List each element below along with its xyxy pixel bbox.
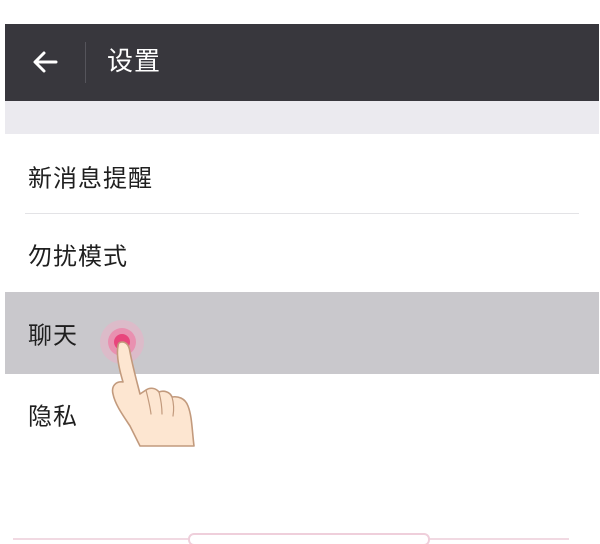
menu-item-label: 勿扰模式 [28, 242, 128, 271]
title-bar: 设置 [5, 24, 599, 101]
menu-item-label: 隐私 [28, 402, 78, 431]
menu-item-new-message-alerts[interactable]: 新消息提醒 [5, 136, 599, 216]
title-divider [85, 42, 86, 83]
settings-screen: 设置 新消息提醒 勿扰模式 聊天 隐私 [5, 24, 599, 544]
bottom-pill [188, 533, 430, 544]
menu-item-label: 新消息提醒 [28, 164, 153, 193]
back-button[interactable] [5, 24, 85, 101]
menu-item-label: 聊天 [28, 321, 78, 350]
page-title: 设置 [107, 47, 162, 77]
menu-item-privacy[interactable]: 隐私 [5, 374, 599, 454]
section-gap [5, 101, 599, 134]
bottom-edge-bar [13, 533, 569, 544]
menu-item-chat[interactable]: 聊天 [5, 292, 599, 374]
menu-item-do-not-disturb[interactable]: 勿扰模式 [5, 214, 599, 294]
arrow-left-icon [33, 51, 58, 73]
